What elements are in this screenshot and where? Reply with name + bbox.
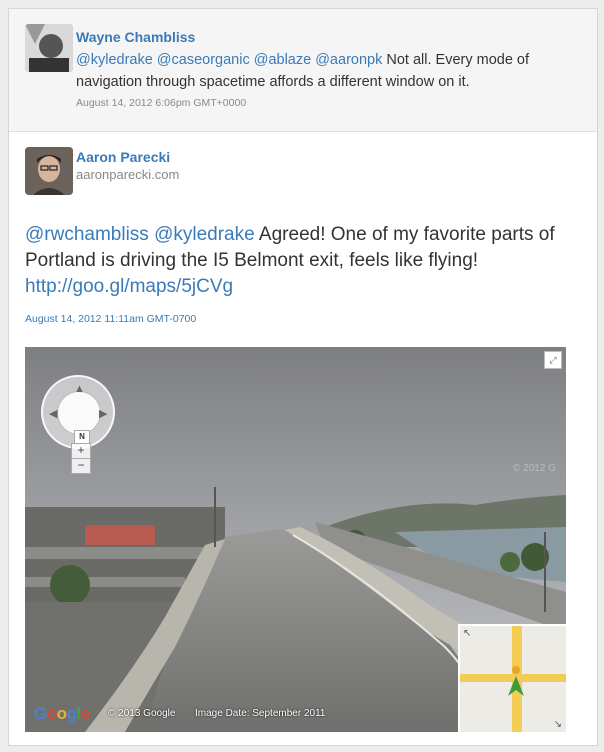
expand-icon[interactable]: ⤢ — [544, 351, 562, 369]
tweet-text: @rwchambliss @kyledrake Agreed! One of m… — [25, 222, 585, 300]
avatar[interactable] — [25, 147, 73, 195]
pan-left-icon[interactable]: ◀ — [49, 407, 57, 420]
google-logo[interactable]: Google — [34, 704, 90, 724]
map-watermark: © 2012 G — [513, 463, 556, 474]
author-name[interactable]: Aaron Parecki — [76, 149, 170, 165]
map-image-date: Image Date: September 2011 — [195, 708, 326, 719]
minimap-collapse-icon[interactable]: ↘ — [554, 719, 562, 730]
author-name[interactable]: Wayne Chambliss — [76, 29, 195, 45]
street-view-embed[interactable]: ▲ ▼ ◀ ▶ N + − ⤢ © 2012 G ↖ ↘ Google © 20… — [25, 347, 566, 732]
mentions[interactable]: @rwchambliss @kyledrake — [25, 224, 255, 245]
zoom-in-button[interactable]: + — [71, 443, 91, 459]
conversation-page: Wayne Chambliss @kyledrake @caseorganic … — [8, 8, 598, 746]
zoom-out-button[interactable]: − — [71, 458, 91, 474]
compass-north-indicator: N — [74, 430, 90, 444]
map-link[interactable]: http://goo.gl/maps/5jCVg — [25, 276, 233, 297]
timestamp[interactable]: August 14, 2012 11:11am GMT-0700 — [25, 313, 196, 325]
overview-minimap[interactable]: ↖ ↘ — [458, 624, 566, 732]
timestamp[interactable]: August 14, 2012 6:06pm GMT+0000 — [76, 97, 246, 109]
tweet-text: @kyledrake @caseorganic @ablaze @aaronpk… — [76, 49, 576, 93]
pan-up-icon[interactable]: ▲ — [74, 383, 85, 395]
pan-control-center — [57, 391, 101, 435]
in-reply-to-tweet: Wayne Chambliss @kyledrake @caseorganic … — [9, 9, 597, 132]
pan-right-icon[interactable]: ▶ — [99, 407, 107, 420]
mentions[interactable]: @kyledrake @caseorganic @ablaze @aaronpk — [76, 52, 382, 68]
avatar[interactable] — [25, 24, 73, 72]
author-site[interactable]: aaronparecki.com — [76, 167, 179, 182]
minimap-resize-icon[interactable]: ↖ — [463, 628, 471, 639]
map-copyright: © 2013 Google — [108, 708, 176, 719]
